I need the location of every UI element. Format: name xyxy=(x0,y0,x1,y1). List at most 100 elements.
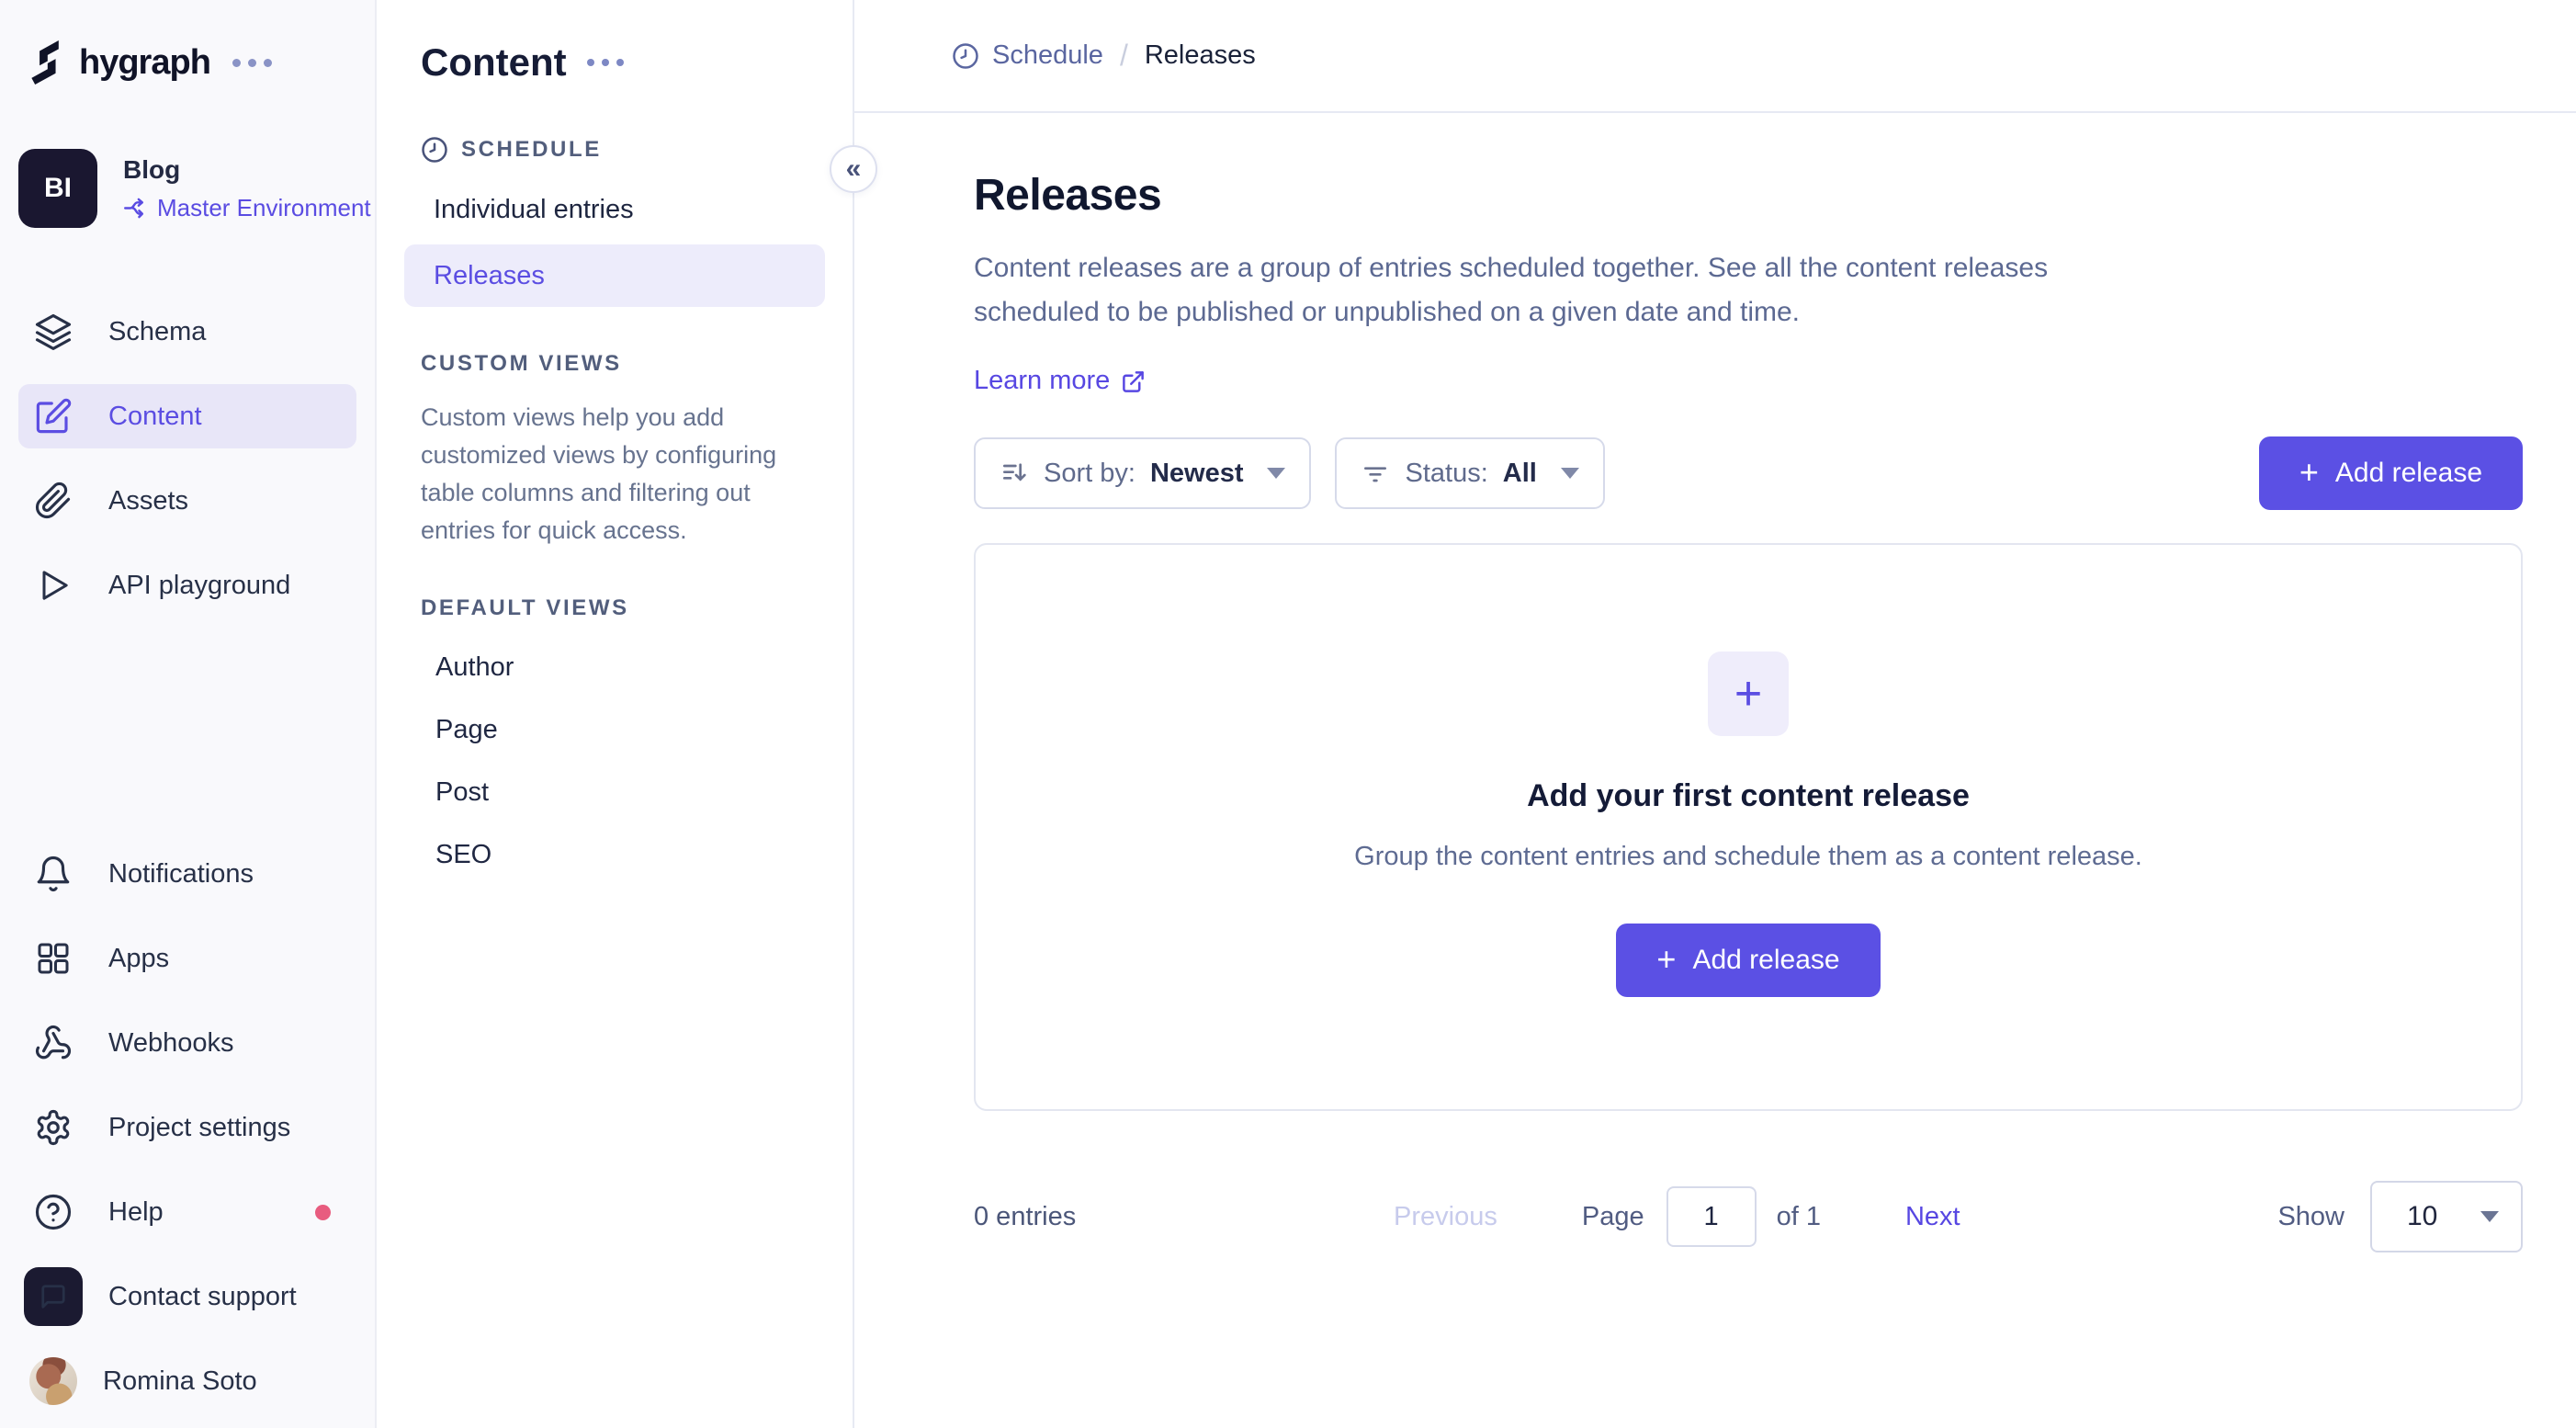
sort-dropdown[interactable]: Sort by: Newest xyxy=(974,437,1311,509)
sidebar-item-project-settings[interactable]: Project settings xyxy=(18,1095,356,1160)
view-label: Post xyxy=(435,777,489,808)
page-size-value: 10 xyxy=(2407,1201,2437,1232)
empty-plus-tile[interactable]: + xyxy=(1708,652,1789,736)
chevron-down-icon xyxy=(1267,468,1285,479)
user-avatar xyxy=(29,1357,77,1405)
entries-count: 0 entries xyxy=(974,1202,1076,1232)
sort-value: Newest xyxy=(1150,459,1244,489)
schedule-section-label: SCHEDULE xyxy=(461,137,602,163)
sidebar-item-content[interactable]: Content xyxy=(18,384,356,448)
primary-sidebar: hygraph BI Blog Master Environment xyxy=(0,0,377,1428)
plus-icon: + xyxy=(1656,943,1676,976)
sidebar-item-label: Assets xyxy=(108,486,188,516)
plus-icon: + xyxy=(2299,456,2319,489)
page-size-select[interactable]: 10 xyxy=(2370,1181,2523,1252)
workspace-menu-ellipsis-icon[interactable] xyxy=(232,59,272,67)
custom-views-label: CUSTOM VIEWS xyxy=(421,351,622,377)
content-edit-icon xyxy=(33,396,73,436)
add-release-label: Add release xyxy=(1692,945,1839,976)
external-link-icon xyxy=(1121,369,1146,394)
view-label: Page xyxy=(435,715,498,745)
sidebar-item-contact-support[interactable]: Contact support xyxy=(18,1264,356,1329)
panel-title: Content xyxy=(421,40,567,85)
breadcrumb-current-page: Releases xyxy=(1145,40,1256,71)
help-notification-dot xyxy=(315,1205,331,1220)
sidebar-item-label: Help xyxy=(108,1197,164,1228)
environment-link[interactable]: Master Environment xyxy=(123,194,371,222)
empty-state-title: Add your first content release xyxy=(1527,778,1970,814)
chevron-down-icon xyxy=(2480,1211,2499,1222)
status-label: Status: xyxy=(1405,459,1487,489)
notifications-bell-icon xyxy=(33,854,73,894)
sidebar-item-api-playground[interactable]: API playground xyxy=(18,553,356,618)
view-label: SEO xyxy=(435,840,491,870)
sidebar-spacer xyxy=(0,618,375,842)
sidebar-item-user-profile[interactable]: Romina Soto xyxy=(18,1349,356,1413)
settings-gear-icon xyxy=(33,1107,73,1148)
sidebar-item-notifications[interactable]: Notifications xyxy=(18,842,356,906)
assets-paperclip-icon xyxy=(33,481,73,521)
schedule-item-individual-entries[interactable]: Individual entries xyxy=(377,180,853,239)
sidebar-item-label: Apps xyxy=(108,944,169,974)
webhooks-icon xyxy=(33,1023,73,1063)
page-description: Content releases are a group of entries … xyxy=(974,246,2150,334)
sidebar-item-help[interactable]: Help xyxy=(18,1180,356,1244)
brand-name: hygraph xyxy=(79,43,210,83)
schedule-clock-icon xyxy=(421,136,448,164)
panel-menu-ellipsis-icon[interactable] xyxy=(587,59,624,66)
learn-more-link[interactable]: Learn more xyxy=(974,366,1146,398)
default-views-section-header: DEFAULT VIEWS xyxy=(377,595,853,621)
default-view-post[interactable]: Post xyxy=(377,761,853,823)
next-page-button[interactable]: Next xyxy=(1905,1202,1960,1232)
previous-page-button[interactable]: Previous xyxy=(1394,1202,1497,1232)
breadcrumb-clock-icon xyxy=(952,42,979,70)
project-switcher[interactable]: BI Blog Master Environment xyxy=(18,149,375,228)
project-badge[interactable]: BI xyxy=(18,149,97,228)
chevron-down-icon xyxy=(1561,468,1579,479)
schedule-item-releases-active[interactable]: Releases xyxy=(404,244,825,307)
status-value: All xyxy=(1503,459,1537,489)
sidebar-item-assets[interactable]: Assets xyxy=(18,469,356,533)
schedule-item-label: Releases xyxy=(434,261,545,291)
page-number-input[interactable] xyxy=(1666,1186,1757,1247)
page-title: Releases xyxy=(974,170,2523,221)
add-release-button[interactable]: + Add release xyxy=(2259,436,2523,510)
plus-icon: + xyxy=(1734,666,1762,721)
sidebar-item-label: Schema xyxy=(108,317,206,347)
sidebar-item-label: Project settings xyxy=(108,1113,290,1143)
collapse-panel-button[interactable]: « xyxy=(830,145,877,193)
filter-icon xyxy=(1361,459,1390,488)
project-meta: Blog Master Environment xyxy=(123,155,371,222)
sidebar-item-label: Contact support xyxy=(108,1282,297,1312)
page-total-label: of 1 xyxy=(1777,1202,1821,1232)
main-area: Schedule / Releases Releases Content rel… xyxy=(854,0,2576,1428)
project-name: Blog xyxy=(123,155,371,185)
sidebar-item-schema[interactable]: Schema xyxy=(18,300,356,364)
default-views-label: DEFAULT VIEWS xyxy=(421,595,629,621)
page-content: Releases Content releases are a group of… xyxy=(854,113,2576,1428)
schema-layers-icon xyxy=(33,312,73,352)
sort-icon xyxy=(1000,459,1029,488)
custom-views-section-header: CUSTOM VIEWS xyxy=(377,351,853,377)
pagination-controls: Previous Page of 1 Next xyxy=(1076,1186,2277,1247)
show-label: Show xyxy=(2277,1202,2344,1232)
brand-header: hygraph xyxy=(31,40,375,85)
pagination-bar: 0 entries Previous Page of 1 Next Show 1… xyxy=(974,1181,2523,1252)
default-view-author[interactable]: Author xyxy=(377,636,853,698)
sort-label: Sort by: xyxy=(1044,459,1135,489)
breadcrumb-separator: / xyxy=(1120,39,1128,73)
sidebar-item-label: Notifications xyxy=(108,859,254,890)
default-view-page[interactable]: Page xyxy=(377,698,853,761)
primary-nav: Schema Content Assets xyxy=(0,300,375,618)
breadcrumb-schedule-link[interactable]: Schedule xyxy=(952,40,1103,71)
default-view-seo[interactable]: SEO xyxy=(377,823,853,886)
collapse-chevrons-icon: « xyxy=(846,153,862,185)
status-dropdown[interactable]: Status: All xyxy=(1335,437,1604,509)
schedule-section-header: SCHEDULE xyxy=(377,136,853,164)
app-window: hygraph BI Blog Master Environment xyxy=(0,0,2576,1428)
custom-views-description: Custom views help you add customized vie… xyxy=(377,399,853,550)
sidebar-item-webhooks[interactable]: Webhooks xyxy=(18,1011,356,1075)
contact-support-chat-icon xyxy=(24,1267,83,1326)
sidebar-item-apps[interactable]: Apps xyxy=(18,926,356,991)
empty-add-release-button[interactable]: + Add release xyxy=(1616,924,1880,997)
